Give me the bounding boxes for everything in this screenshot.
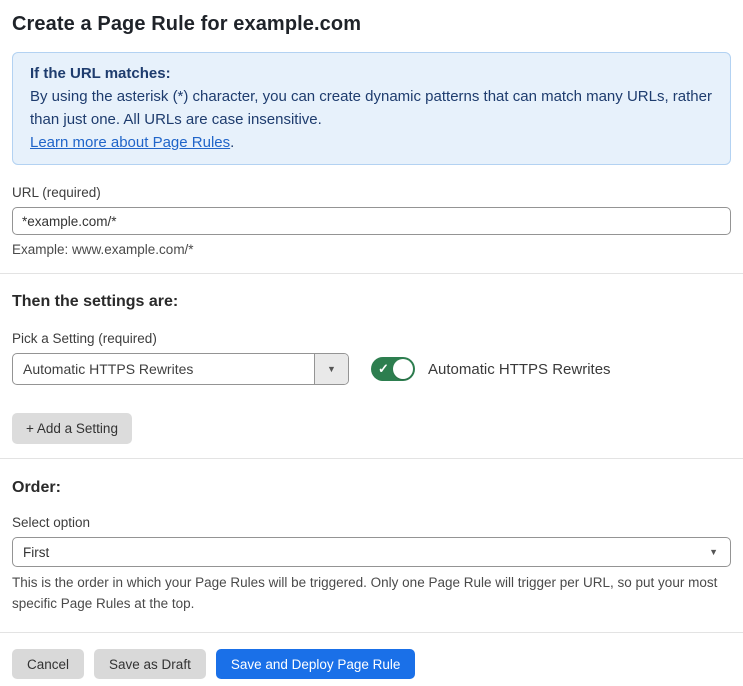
divider xyxy=(0,273,743,274)
link-suffix: . xyxy=(230,134,235,151)
cancel-button[interactable]: Cancel xyxy=(12,649,85,679)
pick-setting-label: Pick a Setting (required) xyxy=(12,331,157,346)
order-select[interactable]: First ▼ xyxy=(12,537,731,567)
save-as-draft-button[interactable]: Save as Draft xyxy=(94,649,206,679)
setting-select-value: Automatic HTTPS Rewrites xyxy=(23,361,194,377)
add-setting-button[interactable]: + Add a Setting xyxy=(12,413,132,444)
create-page-rule-form: Create a Page Rule for example.com If th… xyxy=(0,0,743,679)
check-icon: ✓ xyxy=(378,361,389,377)
settings-section-heading: Then the settings are: xyxy=(12,293,179,310)
divider xyxy=(0,632,743,633)
learn-more-link[interactable]: Learn more about Page Rules xyxy=(30,134,230,151)
info-box-body: By using the asterisk (*) character, you… xyxy=(30,88,712,128)
chevron-down-icon: ▼ xyxy=(327,364,336,374)
divider xyxy=(0,458,743,459)
order-select-value: First xyxy=(23,544,50,560)
url-matches-info-box: If the URL matches: By using the asteris… xyxy=(12,52,731,165)
url-input[interactable] xyxy=(12,207,731,235)
url-field-label: URL (required) xyxy=(12,185,101,200)
setting-toggle-label: Automatic HTTPS Rewrites xyxy=(428,360,611,378)
setting-toggle[interactable]: ✓ xyxy=(371,357,415,381)
setting-select[interactable]: Automatic HTTPS Rewrites ▼ xyxy=(12,353,349,385)
footer-actions: Cancel Save as Draft Save and Deploy Pag… xyxy=(12,649,731,679)
info-box-link-line: Learn more about Page Rules. xyxy=(30,131,713,154)
setting-picker-row: Automatic HTTPS Rewrites ▼ ✓ Automatic H… xyxy=(12,353,731,385)
order-helper-text: This is the order in which your Page Rul… xyxy=(12,575,718,611)
info-box-heading: If the URL matches: xyxy=(30,65,171,82)
toggle-knob xyxy=(393,359,413,379)
page-title: Create a Page Rule for example.com xyxy=(12,13,362,35)
save-and-deploy-button[interactable]: Save and Deploy Page Rule xyxy=(215,649,416,679)
url-example-helper: Example: www.example.com/* xyxy=(12,242,194,257)
setting-select-arrow-button[interactable]: ▼ xyxy=(314,354,348,384)
order-section-heading: Order: xyxy=(12,479,61,496)
order-select-label: Select option xyxy=(12,515,91,530)
chevron-down-icon: ▼ xyxy=(709,547,718,557)
